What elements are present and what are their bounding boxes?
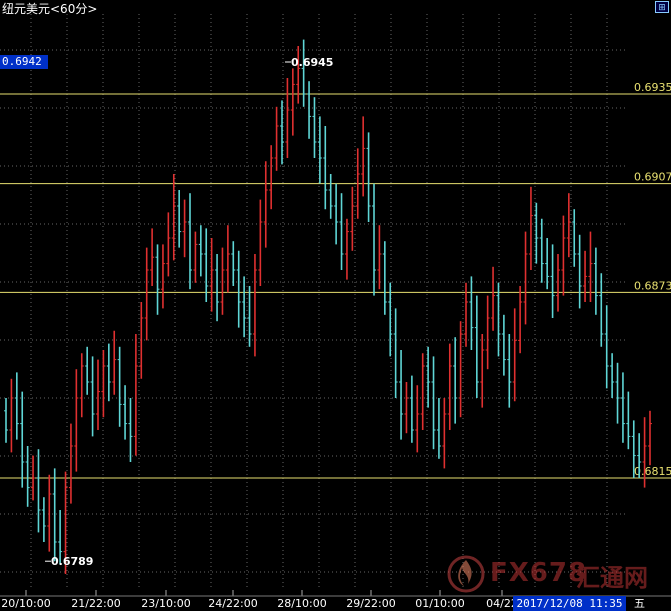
level-label: 0.6907 — [634, 171, 671, 184]
watermark-brand: FX678 — [490, 558, 588, 588]
x-tick-label: 24/22:00 — [208, 597, 257, 610]
level-label: 0.6935 — [634, 81, 671, 94]
low-annotation: 0.6789 — [51, 555, 93, 568]
x-tick-label: 23/10:00 — [141, 597, 190, 610]
watermark: FX678 汇通网 — [446, 552, 656, 596]
x-tick-label: 21/22:00 — [71, 597, 120, 610]
watermark-brand-cn: 汇通网 — [576, 564, 648, 592]
restore-window-icon[interactable]: ⊞ — [655, 1, 669, 13]
datetime-stamp: 2017/12/08 11:35 — [513, 596, 626, 611]
fx678-flame-logo-icon — [447, 555, 485, 593]
chart-background — [0, 0, 671, 611]
x-tick-label: 28/10:00 — [277, 597, 326, 610]
x-tick-label: 20/10:00 — [1, 597, 50, 610]
x-tick-label: 29/22:00 — [346, 597, 395, 610]
high-annotation: 0.6945 — [291, 56, 333, 69]
current-price-tag: 0.6942 — [0, 55, 48, 69]
level-label: 0.6873 — [634, 279, 671, 292]
x-tick-label: 01/10:00 — [415, 597, 464, 610]
weekday-label: 五 — [634, 597, 645, 610]
window-title: 纽元美元<60分> — [2, 2, 98, 16]
chart-canvas: 0.69350.69070.68730.6815 0.69450.6789 20… — [0, 0, 671, 611]
